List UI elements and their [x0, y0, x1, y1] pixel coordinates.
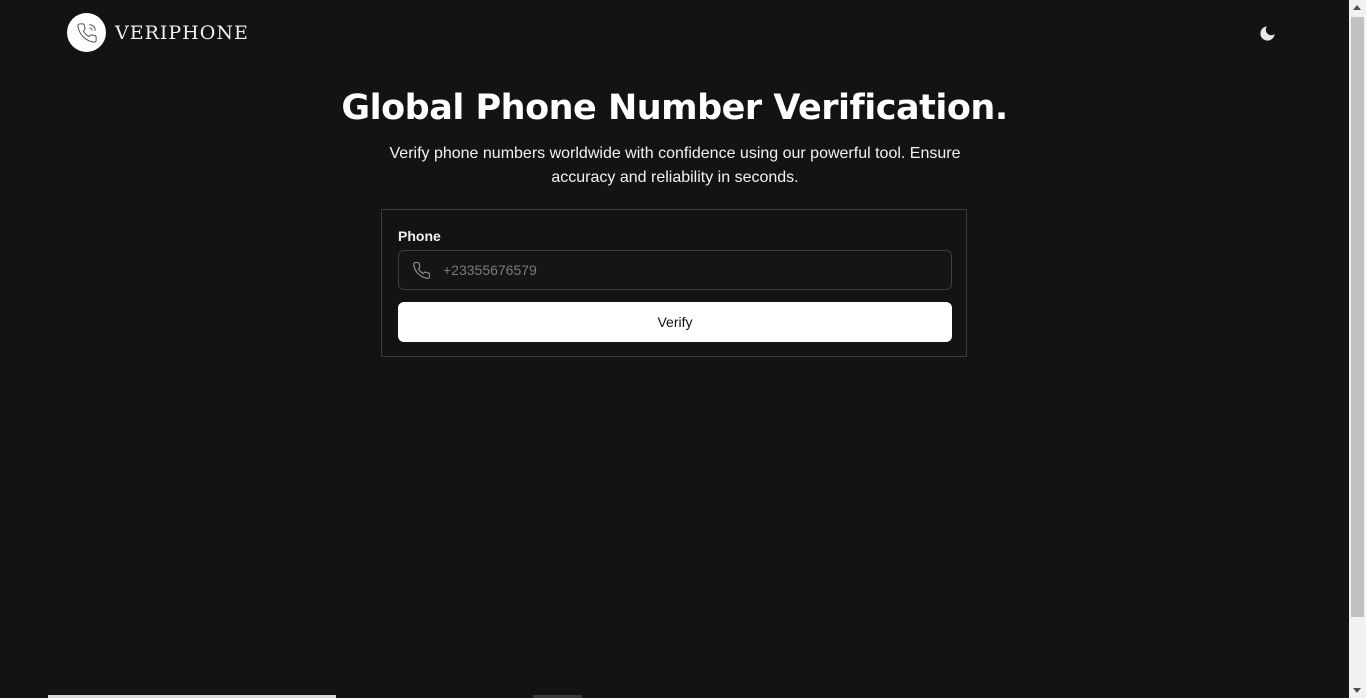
brand-logo-link[interactable]: VERIPHONE — [67, 13, 249, 52]
scroll-up-icon[interactable] — [1353, 5, 1361, 10]
scroll-thumb[interactable] — [1351, 17, 1364, 617]
theme-toggle-button[interactable] — [1256, 22, 1278, 44]
vertical-scrollbar[interactable] — [1349, 0, 1366, 698]
page-subtitle: Verify phone numbers worldwide with conf… — [389, 145, 961, 186]
scroll-down-icon[interactable] — [1353, 688, 1361, 693]
phone-input[interactable] — [443, 252, 951, 288]
brand-name: VERIPHONE — [115, 21, 249, 44]
phone-input-wrapper[interactable] — [398, 250, 952, 290]
verification-card: Phone Verify — [381, 209, 967, 357]
phone-icon — [399, 251, 443, 289]
verify-button[interactable]: Verify — [398, 302, 952, 342]
moon-icon — [1259, 25, 1275, 41]
page-title: Global Phone Number Verification. — [341, 88, 1008, 128]
phone-outline-icon — [67, 13, 106, 52]
phone-label: Phone — [398, 228, 441, 244]
page: VERIPHONE Global Phone Number Verificati… — [0, 0, 1349, 698]
